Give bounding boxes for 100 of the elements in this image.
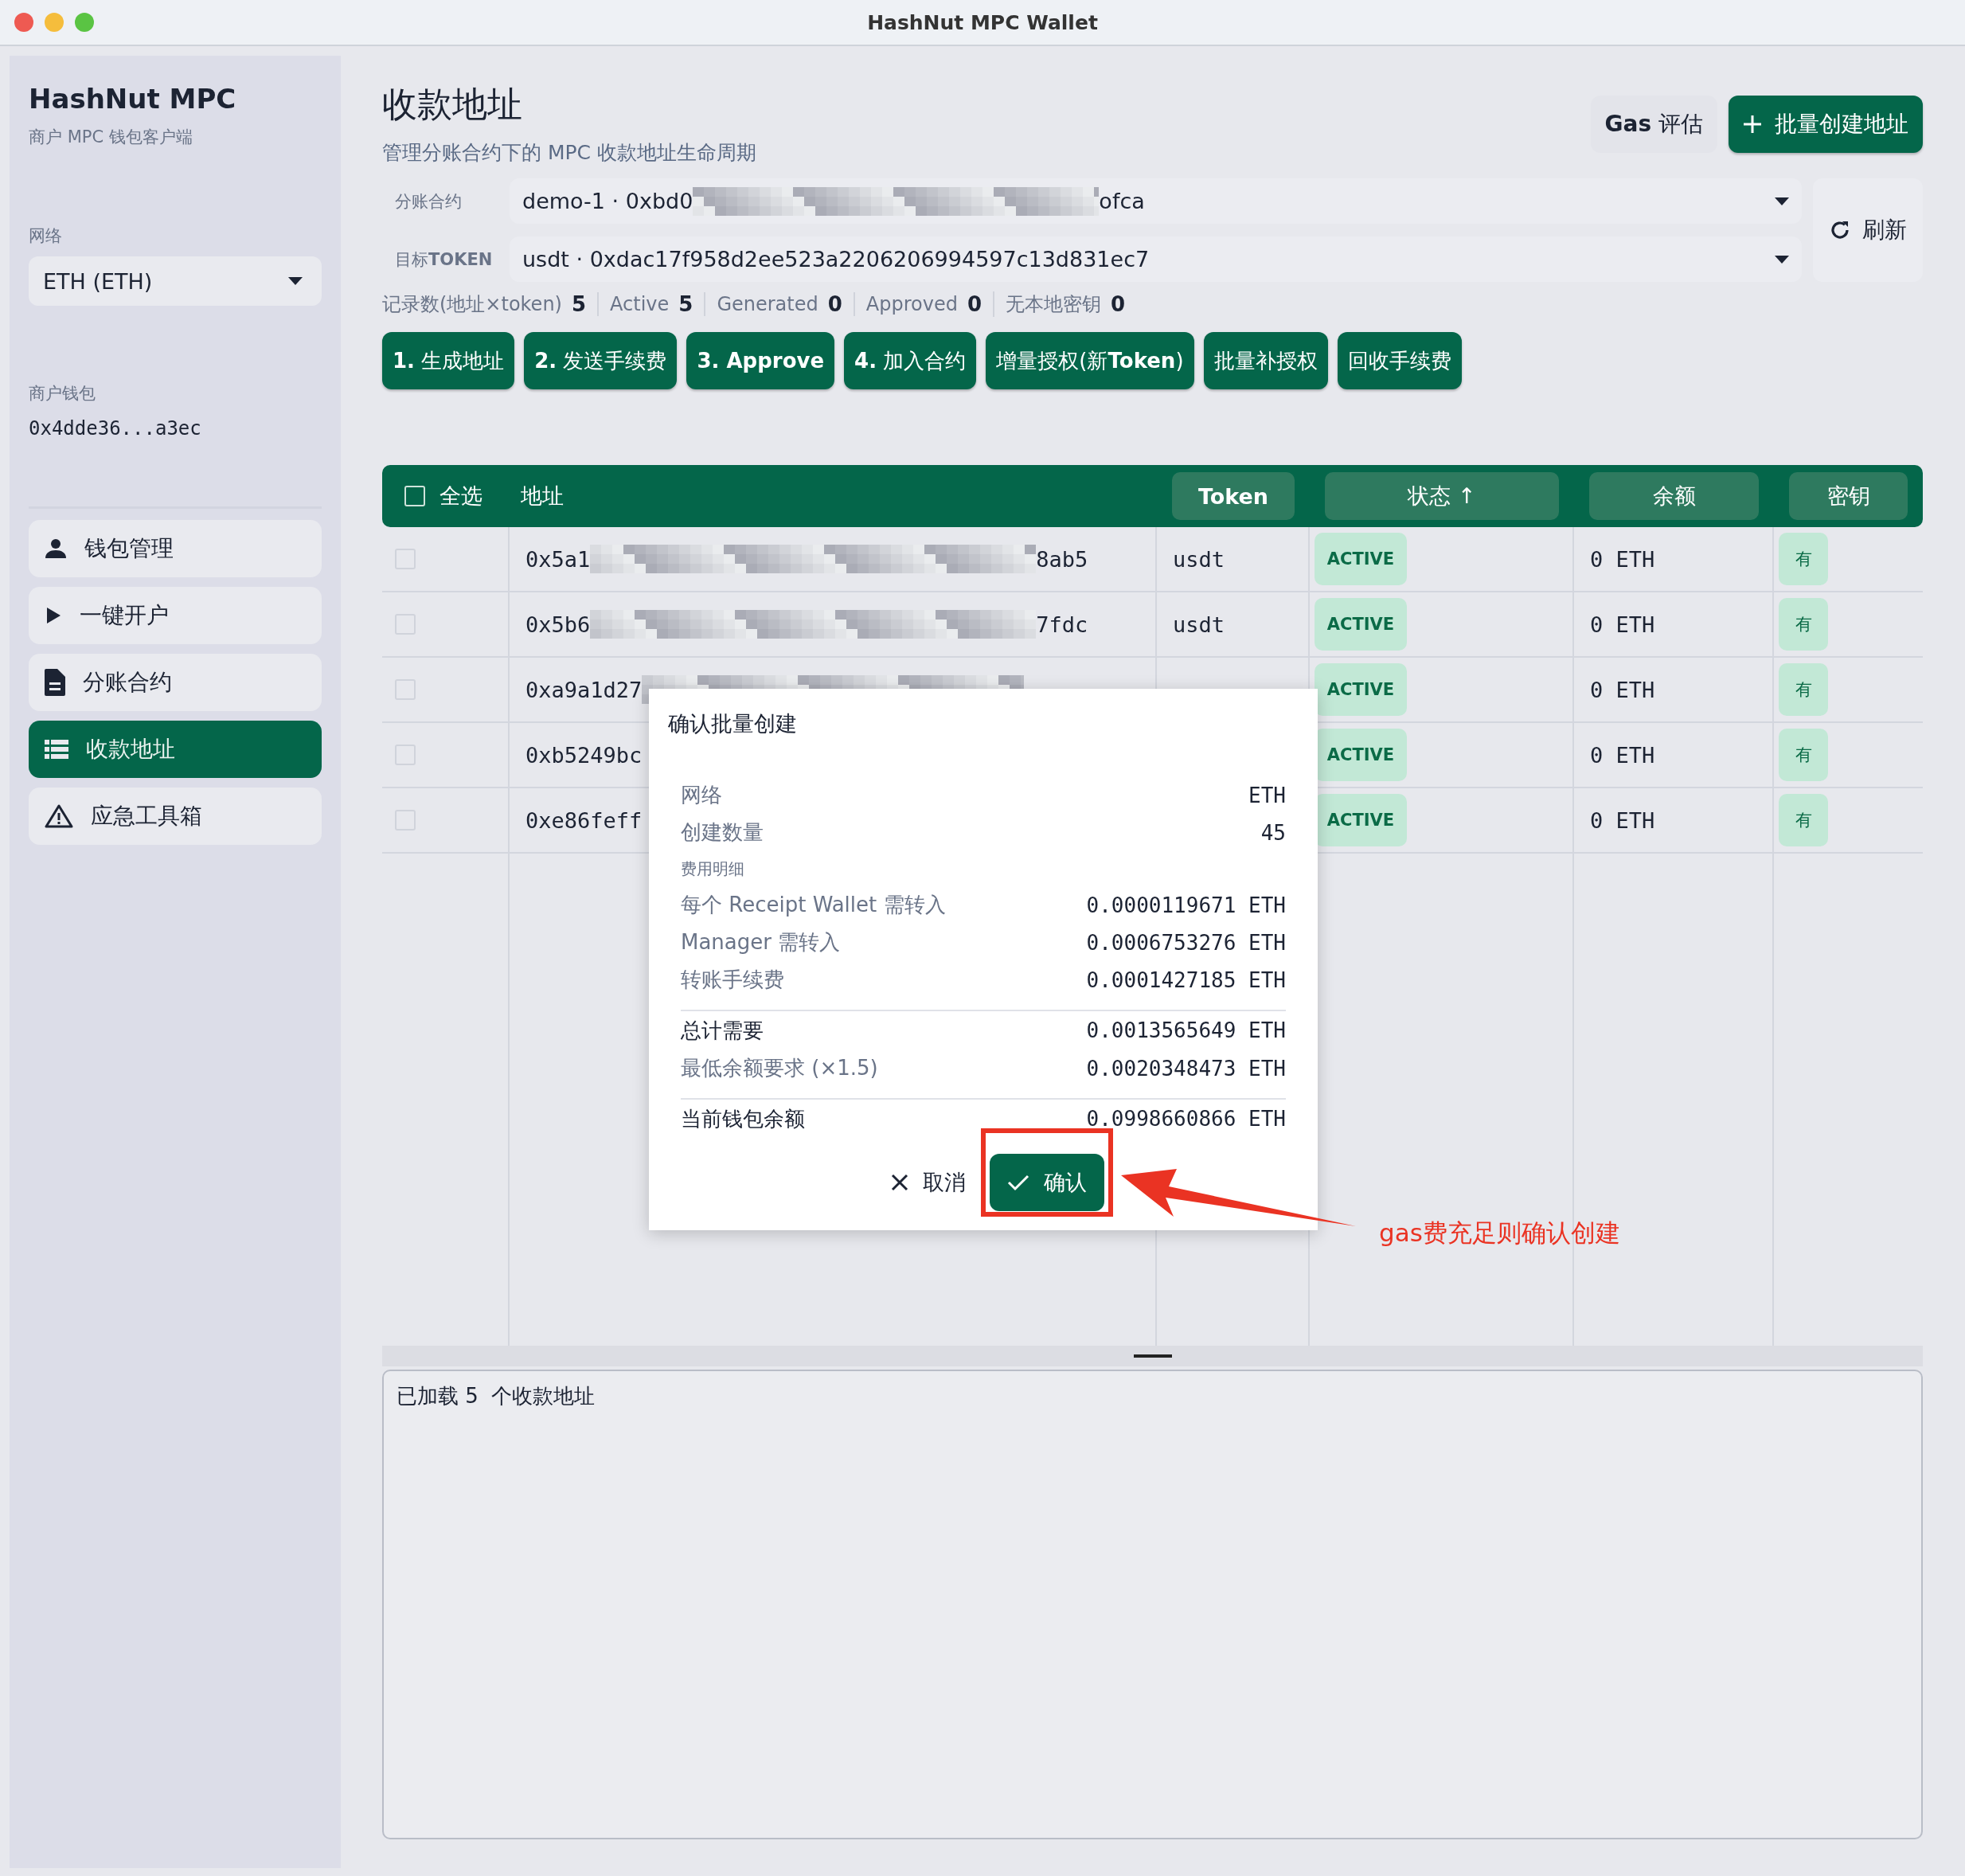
window-title: HashNut MPC Wallet <box>867 10 1098 34</box>
gas-estimate-button[interactable]: Gas 评估 <box>1590 96 1717 153</box>
action-button[interactable]: 增量授权(新Token) <box>986 332 1194 389</box>
detail-label: 当前钱包余额 <box>681 1105 805 1132</box>
detail-value: 0.0001427185 ETH <box>1086 967 1286 992</box>
stat-value: 0 <box>967 291 982 316</box>
address-text: 7fdc <box>1036 612 1088 637</box>
key-badge: 有 <box>1779 663 1828 716</box>
detail-label: 费用明细 <box>681 858 744 880</box>
status-badge: ACTIVE <box>1315 598 1407 651</box>
action-button[interactable]: 批量补授权 <box>1203 332 1328 389</box>
column-header: 全选 <box>439 483 482 510</box>
maximize-icon[interactable] <box>75 13 94 32</box>
stat-label: Active <box>610 292 670 315</box>
column-header[interactable]: Token <box>1172 472 1295 520</box>
list-icon <box>45 740 68 759</box>
detail-label: 转账手续费 <box>681 967 784 993</box>
user-icon <box>45 537 67 560</box>
balance-text: 0 ETH <box>1590 807 1655 833</box>
action-button[interactable]: 回收手续费 <box>1337 332 1462 389</box>
app-name: HashNut MPC <box>29 83 237 115</box>
app-subtitle: 商户 MPC 钱包客户端 <box>29 127 193 148</box>
token-text: usdt <box>1173 546 1225 572</box>
filter-select[interactable]: usdt · 0xdac17f958d2ee523a2206206994597c13d831ec7 <box>510 236 1802 282</box>
log-text: 已加载 5 个收款地址 <box>397 1384 596 1408</box>
filter-select[interactable]: demo-1 · 0xbd0 ofca <box>510 178 1802 224</box>
action-button[interactable]: 1. 生成地址 <box>382 332 515 389</box>
nav-item[interactable]: 分账合约 <box>29 654 322 711</box>
caret-icon <box>288 277 303 285</box>
document-icon <box>45 669 65 696</box>
address-text: 0x5b6 <box>525 612 591 637</box>
column-header[interactable]: 余额 <box>1589 472 1759 520</box>
detail-label: 网络 <box>681 782 722 808</box>
column-header[interactable]: 状态 ↑ <box>1325 472 1559 520</box>
stat-label: Generated <box>717 292 818 315</box>
detail-value: 0.0006753276 ETH <box>1086 930 1286 955</box>
key-badge: 有 <box>1779 794 1828 846</box>
nav-item[interactable]: 钱包管理 <box>29 520 322 577</box>
play-icon <box>45 606 62 625</box>
balance-text: 0 ETH <box>1590 677 1655 702</box>
balance-text: 0 ETH <box>1590 612 1655 637</box>
warning-icon <box>45 804 73 828</box>
action-button[interactable]: 4. 加入合约 <box>844 332 977 389</box>
caret-icon <box>1775 197 1789 205</box>
minimize-icon[interactable] <box>45 13 64 32</box>
action-button[interactable]: 3. Approve <box>686 332 835 389</box>
stat-label: 记录数(地址×token) <box>382 291 562 317</box>
key-badge: 有 <box>1779 598 1828 651</box>
detail-label: Manager 需转入 <box>681 929 841 956</box>
confirm-button[interactable]: 确认 <box>990 1154 1104 1211</box>
refresh-button[interactable]: 刷新 <box>1813 178 1923 282</box>
status-badge: ACTIVE <box>1315 533 1407 585</box>
address-text: 0xa9a1d27 <box>525 677 643 702</box>
balance-text: 0 ETH <box>1590 742 1655 768</box>
detail-label: 每个 Receipt Wallet 需转入 <box>681 892 946 918</box>
nav-item[interactable]: 一键开户 <box>29 587 322 644</box>
action-button[interactable]: 2. 发送手续费 <box>524 332 678 389</box>
select-all-checkbox[interactable] <box>404 486 425 506</box>
close-icon <box>891 1174 908 1191</box>
detail-label: 总计需要 <box>681 1017 764 1044</box>
stat-value: 0 <box>827 291 842 316</box>
wallet-label: 商户钱包 <box>29 383 96 405</box>
key-badge: 有 <box>1779 729 1828 781</box>
balance-text: 0 ETH <box>1590 546 1655 572</box>
caret-icon <box>1775 255 1789 264</box>
detail-value: ETH <box>1248 783 1286 807</box>
filter-label: 分账合约 <box>394 190 463 213</box>
stat-value: 5 <box>678 291 693 316</box>
splitter[interactable] <box>382 1346 1923 1366</box>
detail-value: 0.0020348473 ETH <box>1086 1056 1286 1081</box>
address-text: 8ab5 <box>1036 546 1088 572</box>
filter-label: 目标TOKEN <box>394 248 494 271</box>
column-header[interactable]: 密钥 <box>1789 472 1908 520</box>
wallet-address: 0x4dde36...a3ec <box>29 417 202 440</box>
detail-label: 最低余额要求 (×1.5) <box>681 1055 878 1081</box>
page-title: 收款地址 <box>382 83 523 126</box>
detail-value: 0.0998660866 ETH <box>1086 1107 1286 1131</box>
detail-label: 创建数量 <box>681 819 764 846</box>
nav-item[interactable]: 收款地址 <box>29 721 322 778</box>
batch-create-button[interactable]: 批量创建地址 <box>1729 96 1923 153</box>
column-header: 地址 <box>521 483 564 510</box>
annotation-text: gas费充足则确认创建 <box>1379 1217 1620 1249</box>
address-text: 0x5a1 <box>525 546 591 572</box>
cancel-button[interactable]: 取消 <box>886 1167 971 1198</box>
page-subtitle: 管理分账合约下的 MPC 收款地址生命周期 <box>382 140 756 166</box>
dialog-title: 确认批量创建 <box>668 710 798 737</box>
stat-label: Approved <box>865 292 958 315</box>
detail-value: 45 <box>1260 820 1286 845</box>
stat-value: 0 <box>1111 291 1126 316</box>
token-text: usdt <box>1173 612 1225 637</box>
check-icon <box>1007 1174 1029 1191</box>
network-label: 网络 <box>29 225 63 247</box>
refresh-icon <box>1829 219 1851 241</box>
nav-item[interactable]: 应急工具箱 <box>29 788 322 845</box>
stat-value: 5 <box>571 291 587 316</box>
stat-label: 无本地密钥 <box>1006 291 1102 317</box>
close-icon[interactable] <box>14 13 33 32</box>
address-text: 0xb5249bc <box>525 742 643 768</box>
key-badge: 有 <box>1779 533 1828 585</box>
network-select[interactable]: ETH (ETH) <box>29 256 322 306</box>
